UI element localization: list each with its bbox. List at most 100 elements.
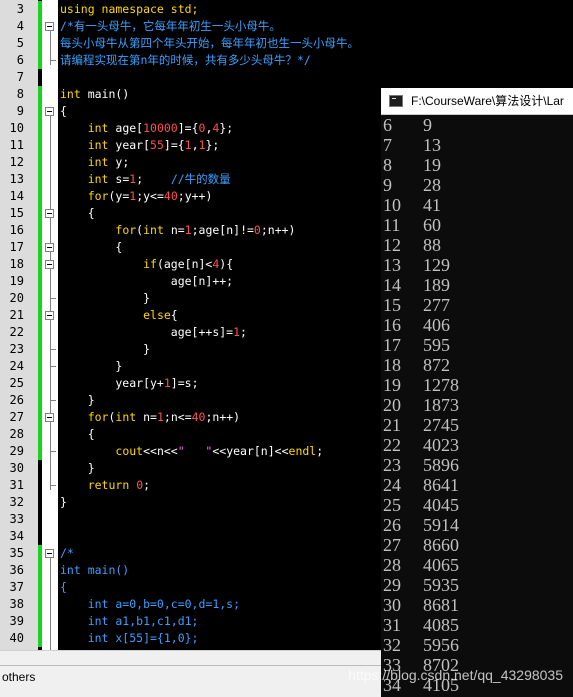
console-row: 27 8660 xyxy=(383,535,459,555)
console-year: 16 xyxy=(383,315,401,335)
code-token: ){ xyxy=(219,257,234,271)
code-line[interactable]: } xyxy=(60,341,150,358)
fold-toggle-icon[interactable] xyxy=(45,22,54,31)
code-token: }; xyxy=(205,138,220,152)
code-line[interactable]: age[n]++; xyxy=(60,273,233,290)
line-number: 23 xyxy=(9,342,24,356)
fold-toggle-icon[interactable] xyxy=(45,413,54,422)
code-line[interactable]: return 0; xyxy=(60,477,150,494)
code-token: ; xyxy=(136,172,171,186)
console-count: 4023 xyxy=(423,435,459,455)
console-row: 11 60 xyxy=(383,215,441,235)
console-row: 18 872 xyxy=(383,355,450,375)
console-count: 5935 xyxy=(423,575,459,595)
code-token: } xyxy=(60,495,67,509)
code-line[interactable]: for(y=1;y<=40;y++) xyxy=(60,188,213,205)
code-token: } xyxy=(60,291,151,305)
console-year: 6 xyxy=(383,115,392,135)
console-row: 13 129 xyxy=(383,255,450,275)
code-area[interactable]: using namespace std; /*有一头母牛，它每年年初生一头小母牛。… xyxy=(60,0,390,650)
console-count: 41 xyxy=(423,195,441,215)
console-year: 19 xyxy=(383,375,401,395)
line-number: 9 xyxy=(16,104,24,118)
code-line[interactable]: int main() xyxy=(60,562,129,579)
fold-guide xyxy=(50,558,51,650)
code-token: ;n<= xyxy=(163,410,192,424)
code-line[interactable]: } xyxy=(60,358,122,375)
console-row: 8 19 xyxy=(383,155,441,175)
fold-end-marker xyxy=(50,485,56,486)
console-row: 24 8641 xyxy=(383,475,459,495)
code-token: /*有一头母牛，它每年年初生一头小母牛。 xyxy=(60,19,281,33)
code-line[interactable]: { xyxy=(60,426,95,443)
code-line[interactable]: int year[55]={1,1}; xyxy=(60,137,220,154)
code-line[interactable]: { xyxy=(60,205,95,222)
line-number-gutter: 3 4 5 6 7 8 9 10 11 12 13 14 15 16 17 18 19 20 21 22 23 24 25 2… xyxy=(0,0,38,650)
code-line[interactable]: year[y+1]=s; xyxy=(60,375,198,392)
code-line[interactable]: int a=0,b=0,c=0,d=1,s; xyxy=(60,596,240,613)
code-line[interactable]: } xyxy=(60,290,150,307)
console-year: 8 xyxy=(383,155,392,175)
code-line[interactable]: { xyxy=(60,239,122,256)
code-line[interactable]: age[++s]=1; xyxy=(60,324,247,341)
console-count: 19 xyxy=(423,155,441,175)
code-line[interactable]: cout<<n<<" "<<year[n]<<endl; xyxy=(60,443,323,460)
line-number: 6 xyxy=(16,53,24,67)
code-line[interactable]: using namespace std; xyxy=(60,1,198,18)
code-line[interactable]: int age[10000]={0,4}; xyxy=(60,120,233,137)
horizontal-scrollbar[interactable] xyxy=(0,650,381,665)
line-number: 39 xyxy=(9,614,24,628)
console-year: 28 xyxy=(383,555,401,575)
console-row: 15 277 xyxy=(383,295,450,315)
code-line[interactable]: int x[55]={1,0}; xyxy=(60,630,199,647)
fold-end-marker xyxy=(50,400,56,401)
code-token: <<year[n]<< xyxy=(212,444,289,458)
code-token: else xyxy=(143,308,171,322)
line-number: 8 xyxy=(16,87,24,101)
fold-toggle-icon[interactable] xyxy=(45,549,54,558)
code-line[interactable]: } xyxy=(60,460,95,477)
code-line[interactable]: if(age[n]<4){ xyxy=(60,256,233,273)
fold-toggle-icon[interactable] xyxy=(45,260,54,269)
fold-toggle-icon[interactable] xyxy=(45,243,54,252)
console-year: 17 xyxy=(383,335,401,355)
console-row: 17 595 xyxy=(383,335,450,355)
fold-toggle-icon[interactable] xyxy=(45,107,54,116)
code-line[interactable]: for(int n=1;n<=40;n++) xyxy=(60,409,240,426)
code-line[interactable]: /* xyxy=(60,545,74,562)
code-line[interactable]: { xyxy=(60,579,67,596)
code-line[interactable]: int a1,b1,c1,d1; xyxy=(60,613,199,630)
console-year: 14 xyxy=(383,275,401,295)
code-line[interactable]: } xyxy=(60,494,67,511)
fold-end-marker xyxy=(50,451,56,452)
console-year: 20 xyxy=(383,395,401,415)
console-count: 60 xyxy=(423,215,441,235)
code-line[interactable]: 请编程实现在第n年的时候，共有多少头母牛？*/ xyxy=(60,52,311,69)
fold-end-marker xyxy=(50,349,56,350)
console-title-bar[interactable]: F:\CourseWare\算法设计\Lar xyxy=(381,88,573,115)
code-token: y; xyxy=(108,155,130,169)
console-count: 4045 xyxy=(423,495,459,515)
line-number: 3 xyxy=(16,2,24,16)
code-token: return xyxy=(87,478,130,492)
fold-toggle-icon[interactable] xyxy=(45,209,54,218)
line-number: 37 xyxy=(9,580,24,594)
console-window[interactable]: F:\CourseWare\算法设计\Lar 6 9 7 13 8 19 9 28 10 41 11… xyxy=(381,88,573,697)
fold-toggle-icon[interactable] xyxy=(45,311,54,320)
code-line[interactable]: { xyxy=(60,103,67,120)
code-line[interactable]: /*有一头母牛，它每年年初生一头小母牛。 xyxy=(60,18,281,35)
code-line[interactable]: int s=1; //牛的数量 xyxy=(60,171,231,188)
code-token: 40 xyxy=(191,410,206,424)
code-line[interactable]: int y; xyxy=(60,154,130,171)
code-line[interactable]: } xyxy=(60,392,95,409)
code-line[interactable]: for(int n=1;age[n]!=0;n++) xyxy=(60,222,295,239)
code-line[interactable]: else{ xyxy=(60,307,178,324)
code-token: for xyxy=(87,189,109,203)
console-year: 9 xyxy=(383,175,392,195)
console-year: 26 xyxy=(383,515,401,535)
code-line[interactable]: int main() xyxy=(60,86,129,103)
code-line[interactable]: 每头小母牛从第四个年头开始，每年年初也生一头小母牛。 xyxy=(60,35,359,52)
